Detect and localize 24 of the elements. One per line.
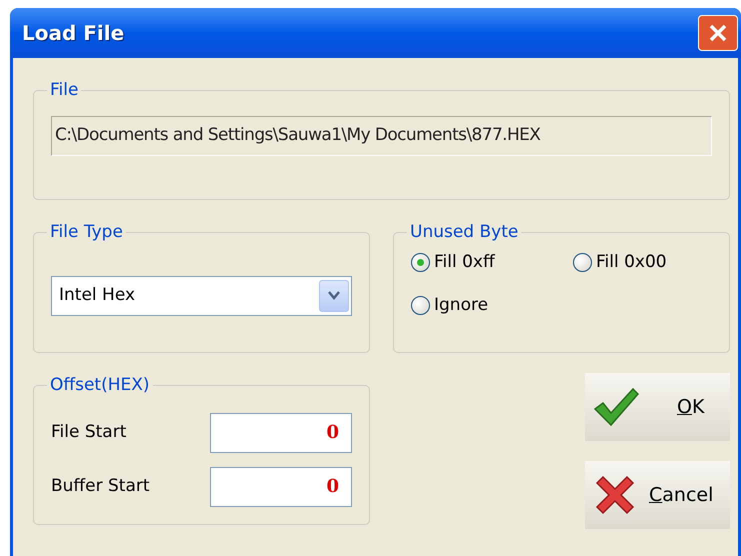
cross-icon [593, 473, 637, 517]
radio-button[interactable] [573, 252, 592, 272]
field-label: File Start [51, 420, 126, 444]
radio-option[interactable]: Ignore [411, 293, 573, 318]
radio-option[interactable]: Fill 0x00 [573, 250, 712, 275]
radio-option[interactable]: Fill 0xff [411, 250, 573, 275]
close-icon [708, 23, 728, 43]
file-path-field[interactable]: C:\Documents and Settings\Sauwa1\My Documents\877.HEX [51, 116, 712, 156]
group-label: Offset(HEX) [49, 374, 151, 397]
checkmark-icon [593, 387, 639, 427]
ok-button[interactable]: OK [585, 373, 730, 441]
file-type-dropdown[interactable]: Intel Hex [51, 276, 352, 316]
group-label: File Type [49, 221, 124, 244]
offset-input[interactable]: 0 [210, 412, 352, 452]
field-label: Buffer Start [51, 474, 150, 498]
group-label: File [49, 79, 80, 102]
group-label: Unused Byte [409, 221, 520, 244]
cancel-button[interactable]: Cancel [585, 461, 730, 529]
radio-button[interactable] [411, 252, 430, 272]
radio-button[interactable] [411, 296, 430, 316]
offset-input[interactable]: 0 [210, 466, 352, 506]
window-title: Load File [22, 20, 124, 47]
dropdown-caret-icon [319, 280, 349, 312]
close-button[interactable] [698, 15, 738, 51]
